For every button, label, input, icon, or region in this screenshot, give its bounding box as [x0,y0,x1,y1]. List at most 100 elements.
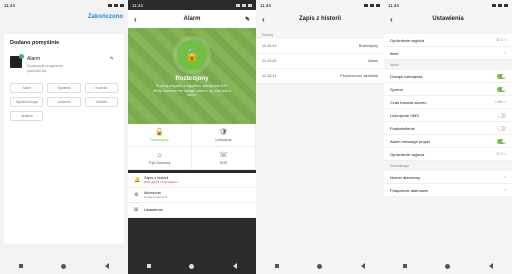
setting-row[interactable]: Opóźnienie wyjścia 30 S > [384,148,512,161]
room-chip[interactable]: Gabinet [84,97,118,107]
setting-value: > [504,188,506,192]
nav-bar [384,258,512,274]
mode-actions: 🔓 Rozbrojony 🛡 Uzbrojony ⌂ Tryb Domowy ☏… [128,124,256,170]
panel-alarm: 11:44 ‹ Alarm ✎ 🔓 Rozbrojony Rozbroj urz… [128,0,256,274]
action-label: Rozbrojony [150,138,169,142]
setting-label: Opóźnienie wyjścia [390,37,425,43]
panel-settings: 11:44 ‹ Ustawienia Opóźnienie wyjścia 60 … [384,0,512,274]
recent-apps-icon[interactable] [147,264,152,268]
status-icons [108,3,124,7]
bell-icon: 🔔 [134,177,141,183]
toggle-switch[interactable] [497,138,506,144]
settings-top: Opóźnienie wyjścia 60 S > timer > [384,34,512,60]
device-name: Alarm [27,56,41,62]
event-time: 11:43:42 [262,59,277,63]
setting-label: Opóźnienie wyjścia [390,151,425,157]
status-title: Rozbrojony [175,76,209,82]
history-row: 11:43:42 Alarm [256,54,384,69]
page-title: Zapis z historii [298,16,341,22]
back-chevron-icon[interactable]: ‹ [390,15,393,24]
room-chip[interactable]: Sypialnia druga [10,97,44,107]
status-desc: Rozbroj urządzeń z wyjątkiem uzbrojonych… [153,84,231,97]
page-title: Ustawienia [432,16,464,22]
setting-label: Połączenie alarmowe [390,187,429,193]
room-chip[interactable]: Łazienka [47,97,81,107]
settings-comm: Numer alarmowy > Połączenie alarmowe > [384,171,512,197]
status-time: 11:44 [260,2,271,8]
settings-header: ‹ Ustawienia [384,10,512,28]
setting-row[interactable]: Opóźnienie wyjścia 60 S > [384,34,512,47]
settings-alarm: Dźwięk uzbrojenia Syrena Czas trwania al… [384,70,512,161]
home-icon[interactable] [61,263,67,269]
recent-apps-icon[interactable] [19,264,24,268]
room-list: Salon Sypialnia Kuchnia Sypialnia druga … [10,83,118,121]
home-mode-button[interactable]: ⌂ Tryb Domowy [128,147,192,170]
back-chevron-icon[interactable]: ‹ [134,15,137,24]
alarm-header: ‹ Alarm ✎ [128,10,256,28]
setting-label: Alarm message propel [390,138,431,144]
setting-label: timer [390,50,399,56]
gear-icon: ⚙ [134,192,139,198]
recent-apps-icon[interactable] [403,264,408,268]
panel-history: 11:44 ‹ Zapis z historii Dzisiaj 11:43:4… [256,0,384,274]
edit-icon[interactable]: ✎ [245,16,250,23]
home-icon[interactable] [317,263,323,269]
history-list: 11:43:43 Rozbrojony 11:43:42 Alarm 11:43:4… [256,39,384,84]
back-nav-icon[interactable] [360,263,365,269]
settings-grid-icon: ⊞ [134,207,139,213]
setting-label: Uzbrojenie SMS [390,112,419,118]
sos-button[interactable]: ☏ SOS [192,147,256,170]
menu-title: Ustawienia [144,208,163,212]
disarm-button[interactable]: 🔓 Rozbrojony [128,124,192,147]
device-image [10,54,24,68]
history-header: ‹ Zapis z historii [256,10,384,28]
phone-icon: ☏ [219,152,228,159]
home-icon[interactable] [445,263,451,269]
arm-button[interactable]: 🛡 Uzbrojony [192,124,256,147]
setting-row[interactable]: Numer alarmowy > [384,171,512,184]
setting-label: Podświetlenie [390,125,415,131]
event-time: 11:43:43 [262,44,277,48]
room-chip[interactable]: Kuchnia [84,83,118,93]
setting-label: Dźwięk uzbrojenia [390,73,423,79]
edit-icon[interactable]: ✎ [110,56,114,62]
back-chevron-icon[interactable]: ‹ [262,15,265,24]
toggle-switch[interactable] [497,112,506,118]
back-nav-icon[interactable] [104,263,109,269]
device-row: Alarm Dodawanie urządzenia powiodło się.… [10,54,118,73]
setting-label: Numer alarmowy [390,174,421,180]
menu-item-history[interactable]: 🔔 Zapis z historii 2021-02-18 11:44 Alarm… [128,173,256,188]
house-icon: ⌂ [157,151,162,159]
finish-button[interactable]: Zakończono [88,14,123,20]
menu-item-accessories[interactable]: ⚙ Akcesoria Dodaj urządzenie [128,188,256,203]
status-time: 11:44 [388,2,399,8]
recent-apps-icon[interactable] [275,264,280,268]
event-label: Przywrócono zasilanie [340,74,378,78]
setting-row: Podświetlenie [384,122,512,135]
status-bar: 11:44 [128,0,256,10]
room-chip[interactable]: Jadalnia [10,111,44,121]
home-icon[interactable] [189,263,195,269]
menu-sub: 2021-02-18 11:44 Alarmu [144,180,178,184]
setting-value: > [504,175,506,179]
back-nav-icon[interactable] [232,263,237,269]
status-icons [236,3,252,7]
setting-row[interactable]: timer > [384,47,512,60]
setting-value: 30 S > [496,152,506,156]
room-chip[interactable]: Sypialnia [47,83,81,93]
room-chip[interactable]: Salon [10,83,44,93]
event-label: Alarm [368,59,378,63]
menu-item-settings[interactable]: ⊞ Ustawienia [128,203,256,218]
setting-value: > [504,51,506,55]
event-time: 11:43:41 [262,74,277,78]
status-bar: 11:44 [0,0,128,10]
panel-device-added: 11:44 Zakończono Dodano pomyślnie Alarm … [0,0,128,274]
setting-row[interactable]: Połączenie alarmowe > [384,184,512,197]
setting-row[interactable]: Czas trwania alarmu 3 Min > [384,96,512,109]
toggle-switch[interactable] [497,73,506,79]
nav-bar [128,258,256,274]
setting-label: Czas trwania alarmu [390,99,427,105]
toggle-switch[interactable] [497,86,506,92]
back-nav-icon[interactable] [488,263,493,269]
toggle-switch[interactable] [497,125,506,131]
